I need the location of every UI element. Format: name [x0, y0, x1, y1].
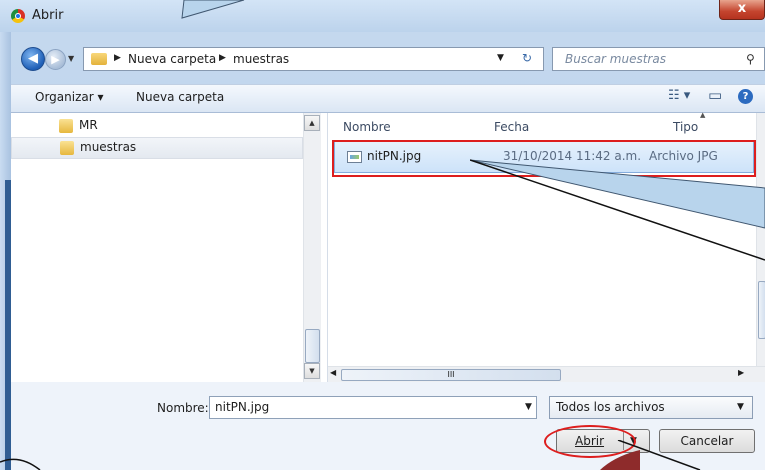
scroll-up-icon[interactable]: ▲: [304, 115, 320, 131]
tree-item-mr[interactable]: MR: [11, 115, 303, 137]
tree-scrollbar[interactable]: ▲ ▼: [303, 113, 321, 382]
folder-icon: [91, 53, 107, 65]
breadcrumb-separator-icon: ▶: [114, 53, 121, 63]
search-box[interactable]: Buscar muestras ⚲: [552, 47, 765, 71]
close-button[interactable]: x: [719, 0, 765, 20]
folder-icon: [60, 141, 74, 155]
scroll-left-icon[interactable]: ◀: [330, 368, 336, 377]
column-header-name[interactable]: Nombre: [343, 120, 391, 134]
organize-button[interactable]: Organizar ▾: [35, 90, 104, 104]
navigation-pane[interactable]: MR muestras ▲ ▼: [11, 113, 328, 382]
new-folder-button[interactable]: Nueva carpeta: [136, 90, 224, 104]
back-button[interactable]: ◀: [21, 47, 45, 71]
breadcrumb-separator-icon: ▶: [219, 53, 226, 63]
chevron-down-icon: ▼: [737, 402, 744, 412]
forward-button[interactable]: ▶: [45, 49, 66, 70]
callout-top: [181, 0, 245, 19]
help-icon[interactable]: ?: [738, 89, 753, 104]
search-input[interactable]: Buscar muestras: [565, 52, 666, 66]
scroll-thumb[interactable]: [305, 329, 320, 363]
filename-dropdown-icon[interactable]: ▼: [525, 402, 532, 412]
title-bar[interactable]: [0, 0, 765, 32]
address-dropdown-icon[interactable]: ▼: [497, 53, 504, 63]
scroll-thumb[interactable]: [758, 281, 765, 339]
filename-value: nitPN.jpg: [215, 400, 270, 414]
window-title: Abrir: [32, 8, 64, 23]
file-type-value: Todos los archivos: [556, 400, 665, 414]
breadcrumb-item[interactable]: muestras: [233, 52, 289, 66]
column-header-date[interactable]: Fecha: [494, 120, 529, 134]
file-list-hscrollbar[interactable]: ◀ III ▶: [328, 366, 765, 383]
address-bar[interactable]: ▶ Nueva carpeta ▶ muestras: [83, 47, 544, 71]
chrome-icon: [11, 9, 25, 23]
file-type-select[interactable]: Todos los archivos ▼: [549, 396, 753, 419]
refresh-icon[interactable]: ↻: [522, 51, 532, 65]
filename-label: Nombre:: [157, 401, 209, 415]
breadcrumb-item[interactable]: Nueva carpeta: [128, 52, 216, 66]
tree-item-label: muestras: [80, 140, 137, 154]
tree-item-muestras[interactable]: muestras: [11, 137, 303, 159]
search-icon[interactable]: ⚲: [746, 52, 755, 66]
view-options-icon[interactable]: ☷ ▾: [668, 88, 690, 103]
callout-bottom: [0, 440, 701, 470]
tree-item-label: MR: [79, 118, 98, 132]
recent-locations-dropdown[interactable]: ▼: [68, 54, 74, 63]
toolbar: [0, 84, 765, 113]
column-header-type[interactable]: Tipo: [673, 120, 698, 134]
filename-input[interactable]: nitPN.jpg: [209, 396, 537, 419]
sort-indicator-icon: ▲: [700, 111, 706, 119]
scroll-down-icon[interactable]: ▼: [304, 363, 320, 379]
scroll-right-icon[interactable]: ▶: [738, 368, 744, 377]
preview-pane-icon[interactable]: ▭: [708, 86, 722, 104]
hscroll-thumb[interactable]: III: [341, 369, 561, 381]
folder-icon: [59, 119, 73, 133]
callout-right: [470, 159, 765, 261]
